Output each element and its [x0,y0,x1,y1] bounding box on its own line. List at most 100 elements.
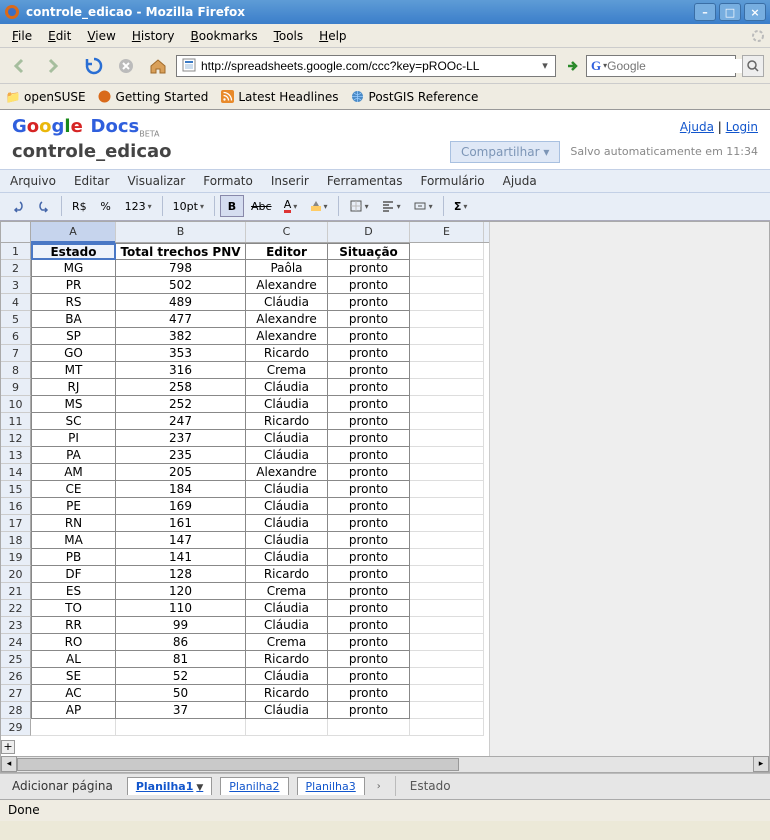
cell[interactable]: 81 [116,651,246,668]
docs-menu-arquivo[interactable]: Arquivo [10,174,56,188]
cell[interactable]: RJ [31,379,116,396]
cell[interactable] [410,362,484,379]
cell[interactable]: MG [31,260,116,277]
cell[interactable]: pronto [328,532,410,549]
numfmt-button[interactable]: 123▾ [120,195,157,217]
cell[interactable]: Cláudia [246,396,328,413]
col-header-B[interactable]: B [116,222,246,242]
cell[interactable]: SC [31,413,116,430]
close-button[interactable]: × [744,3,766,21]
add-row-button[interactable]: + [1,740,15,754]
cell[interactable]: 52 [116,668,246,685]
cell[interactable]: Crema [246,634,328,651]
cell[interactable]: 184 [116,481,246,498]
formula-button[interactable]: Σ▾ [449,195,473,217]
cell[interactable] [246,719,328,736]
cell[interactable]: pronto [328,600,410,617]
cell[interactable] [410,413,484,430]
cell[interactable]: MS [31,396,116,413]
spreadsheet-grid[interactable]: A B C D E 1EstadoTotal trechos PNVEditor… [0,221,770,773]
row-header[interactable]: 17 [1,515,31,532]
home-button[interactable] [144,52,172,80]
cell[interactable] [410,311,484,328]
cell[interactable]: pronto [328,396,410,413]
strike-button[interactable]: Abc [246,195,277,217]
cell[interactable]: MA [31,532,116,549]
cell[interactable] [410,498,484,515]
redo-button[interactable] [32,195,56,217]
sheet-tab-2[interactable]: Planilha2 [220,777,288,795]
cell[interactable]: RS [31,294,116,311]
cell[interactable] [410,532,484,549]
row-header[interactable]: 20 [1,566,31,583]
cell[interactable]: pronto [328,668,410,685]
cell[interactable]: Situação [328,243,410,260]
borders-button[interactable]: ▾ [344,195,374,217]
cell[interactable]: pronto [328,345,410,362]
cell[interactable]: MT [31,362,116,379]
docs-menu-ferramentas[interactable]: Ferramentas [327,174,403,188]
row-header[interactable]: 5 [1,311,31,328]
cell[interactable]: pronto [328,634,410,651]
docs-menu-ajuda[interactable]: Ajuda [503,174,537,188]
cell[interactable]: pronto [328,430,410,447]
cell[interactable]: 110 [116,600,246,617]
bookmark-latest-headlines[interactable]: Latest Headlines [220,90,338,104]
cell[interactable]: 169 [116,498,246,515]
login-link[interactable]: Login [726,120,758,134]
search-button[interactable] [742,55,764,77]
row-header[interactable]: 7 [1,345,31,362]
menu-bookmarks[interactable]: Bookmarks [183,27,266,45]
menu-edit[interactable]: Edit [40,27,79,45]
cell[interactable] [410,481,484,498]
cell[interactable]: PR [31,277,116,294]
cell[interactable] [410,294,484,311]
row-header[interactable]: 16 [1,498,31,515]
cell[interactable] [410,379,484,396]
menu-tools[interactable]: Tools [266,27,312,45]
cell[interactable] [410,566,484,583]
cell[interactable] [410,515,484,532]
row-header[interactable]: 13 [1,447,31,464]
sheet-tab-1[interactable]: Planilha1▼ [127,777,212,795]
cell[interactable] [410,583,484,600]
cell[interactable] [410,345,484,362]
cell[interactable]: pronto [328,328,410,345]
cell[interactable]: pronto [328,294,410,311]
cell[interactable]: pronto [328,447,410,464]
row-header[interactable]: 25 [1,651,31,668]
cell[interactable]: 382 [116,328,246,345]
cell[interactable]: Ricardo [246,413,328,430]
cell[interactable]: Total trechos PNV [116,243,246,260]
percent-button[interactable]: % [94,195,118,217]
share-button[interactable]: Compartilhar ▾ [450,141,560,163]
cell[interactable]: Cláudia [246,668,328,685]
cell[interactable]: 141 [116,549,246,566]
row-header[interactable]: 28 [1,702,31,719]
cell[interactable]: 161 [116,515,246,532]
cell[interactable]: Cláudia [246,515,328,532]
cell[interactable]: AP [31,702,116,719]
cell[interactable]: Ricardo [246,345,328,362]
fillcolor-button[interactable]: ▾ [305,195,333,217]
help-link[interactable]: Ajuda [680,120,714,134]
url-dropdown-icon[interactable]: ▾ [537,59,553,72]
row-header[interactable]: 8 [1,362,31,379]
cell[interactable] [410,719,484,736]
url-bar[interactable]: ▾ [176,55,556,77]
tab-nav-next[interactable]: › [377,781,381,792]
cell[interactable]: pronto [328,566,410,583]
cell[interactable]: pronto [328,481,410,498]
cell[interactable]: 120 [116,583,246,600]
cell[interactable]: pronto [328,549,410,566]
cell[interactable]: Alexandre [246,328,328,345]
cell[interactable]: pronto [328,379,410,396]
cell[interactable]: pronto [328,515,410,532]
row-header[interactable]: 3 [1,277,31,294]
row-header[interactable]: 22 [1,600,31,617]
cell[interactable]: RR [31,617,116,634]
menu-history[interactable]: History [124,27,183,45]
horizontal-scrollbar[interactable] [17,756,753,772]
row-header[interactable]: 10 [1,396,31,413]
row-header[interactable]: 19 [1,549,31,566]
